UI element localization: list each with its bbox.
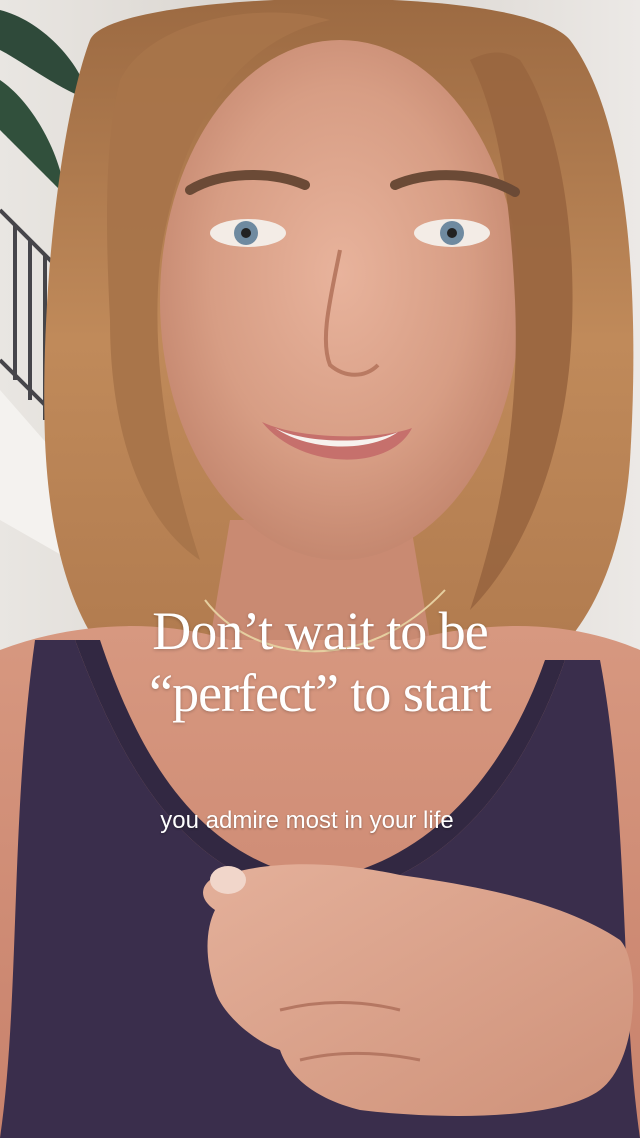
overlay-headline: Don’t wait to be “perfect” to start — [0, 600, 640, 724]
headline-line-2: “perfect” to start — [149, 663, 492, 723]
headline-line-1: Don’t wait to be — [152, 601, 488, 661]
subtitle-caption: you admire most in your life — [160, 807, 454, 834]
video-background-image — [0, 0, 640, 1138]
video-frame[interactable]: Don’t wait to be “perfect” to start you … — [0, 0, 640, 1138]
